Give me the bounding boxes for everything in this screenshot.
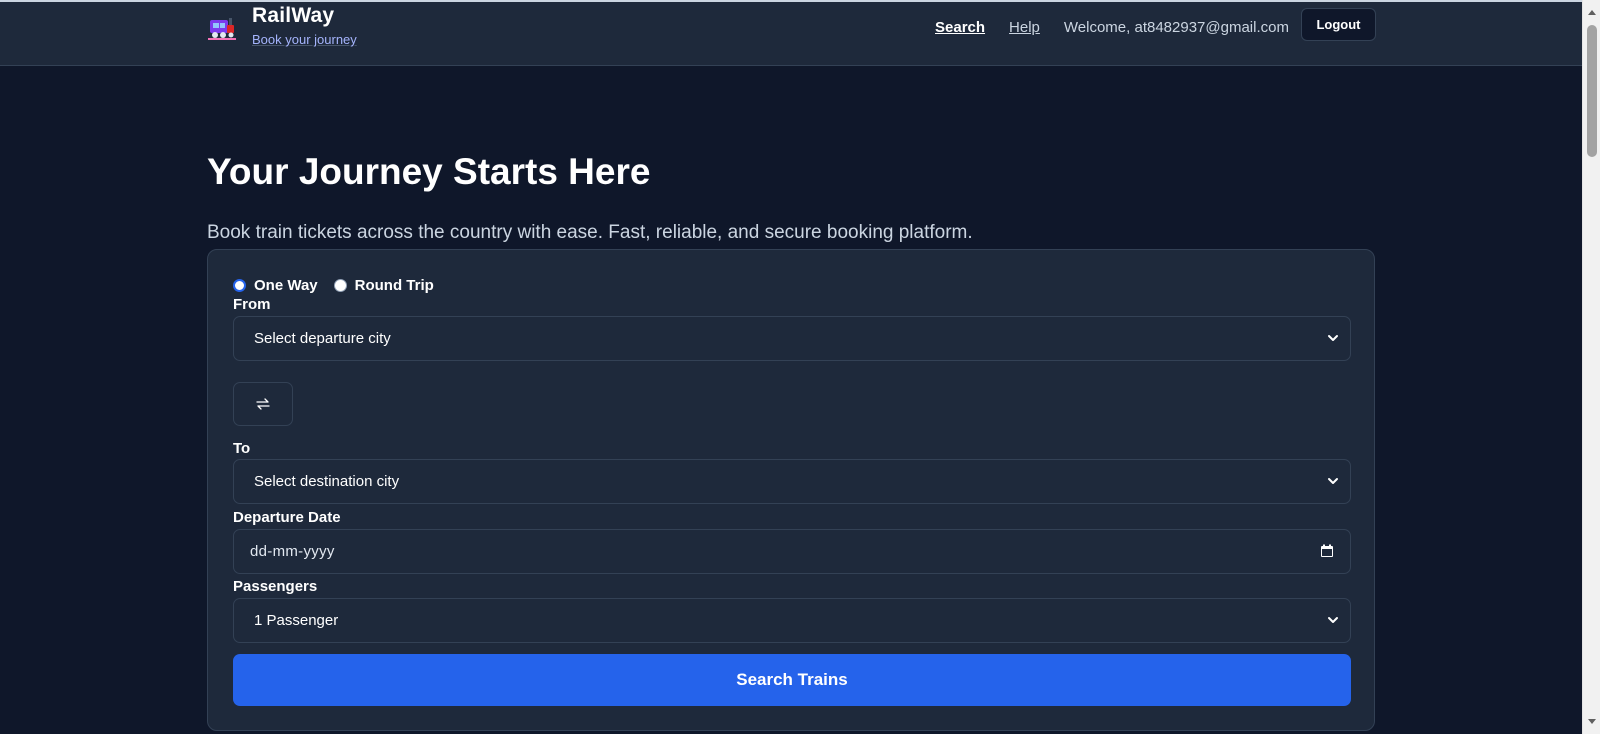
departure-date-label: Departure Date	[233, 509, 341, 526]
page-subtitle: Book train tickets across the country wi…	[207, 222, 973, 243]
to-select-value: Select destination city	[254, 473, 400, 490]
logout-button[interactable]: Logout	[1301, 8, 1376, 41]
trip-type-group: One Way Round Trip	[233, 277, 450, 294]
brand-tagline: Book your journey	[252, 32, 357, 47]
swap-cities-button[interactable]	[233, 382, 293, 426]
from-select-value: Select departure city	[254, 330, 391, 347]
departure-date-input[interactable]: dd-mm-yyyy	[233, 529, 1351, 574]
to-label: To	[233, 440, 251, 457]
top-header: RailWay Book your journey Search Help We…	[0, 0, 1582, 66]
trip-type-label: One Way	[254, 277, 318, 294]
swap-arrows-icon	[256, 398, 270, 410]
logo[interactable]	[207, 10, 237, 42]
search-form-card: One Way Round Trip From Select departure…	[207, 249, 1375, 731]
departure-date-value: dd-mm-yyyy	[250, 543, 335, 560]
train-icon	[208, 18, 236, 40]
vertical-scrollbar[interactable]	[1582, 0, 1600, 734]
search-trains-button[interactable]: Search Trains	[233, 654, 1351, 706]
nav-link-help[interactable]: Help	[1009, 19, 1040, 36]
from-label: From	[233, 296, 271, 313]
trip-type-label: Round Trip	[354, 277, 434, 294]
page: RailWay Book your journey Search Help We…	[0, 0, 1600, 734]
scrollbar-thumb[interactable]	[1587, 25, 1597, 157]
from-select[interactable]: Select departure city	[233, 316, 1351, 361]
to-select[interactable]: Select destination city	[233, 459, 1351, 504]
radio-round-trip[interactable]	[333, 279, 347, 292]
brand-name[interactable]: RailWay	[252, 4, 452, 28]
passengers-select-value: 1 Passenger	[254, 612, 339, 629]
chevron-down-icon	[1328, 335, 1338, 341]
scroll-up-arrow-icon[interactable]	[1587, 8, 1597, 16]
radio-one-way[interactable]	[233, 279, 246, 292]
passengers-label: Passengers	[233, 578, 318, 595]
trip-type-one-way[interactable]: One Way	[233, 277, 318, 294]
main-nav: Search Help Welcome, at8482937@gmail.com	[935, 15, 1289, 39]
trip-type-round-trip[interactable]: Round Trip	[333, 277, 434, 294]
passengers-select[interactable]: 1 Passenger	[233, 598, 1351, 643]
nav-link-search[interactable]: Search	[935, 19, 985, 36]
chevron-down-icon	[1328, 478, 1338, 484]
welcome-text: Welcome, at8482937@gmail.com	[1063, 18, 1289, 36]
brand: RailWay Book your journey	[252, 4, 452, 47]
chevron-down-icon	[1328, 617, 1338, 623]
scroll-down-arrow-icon[interactable]	[1587, 718, 1597, 726]
calendar-icon[interactable]	[1320, 544, 1334, 558]
page-title: Your Journey Starts Here	[207, 151, 651, 192]
